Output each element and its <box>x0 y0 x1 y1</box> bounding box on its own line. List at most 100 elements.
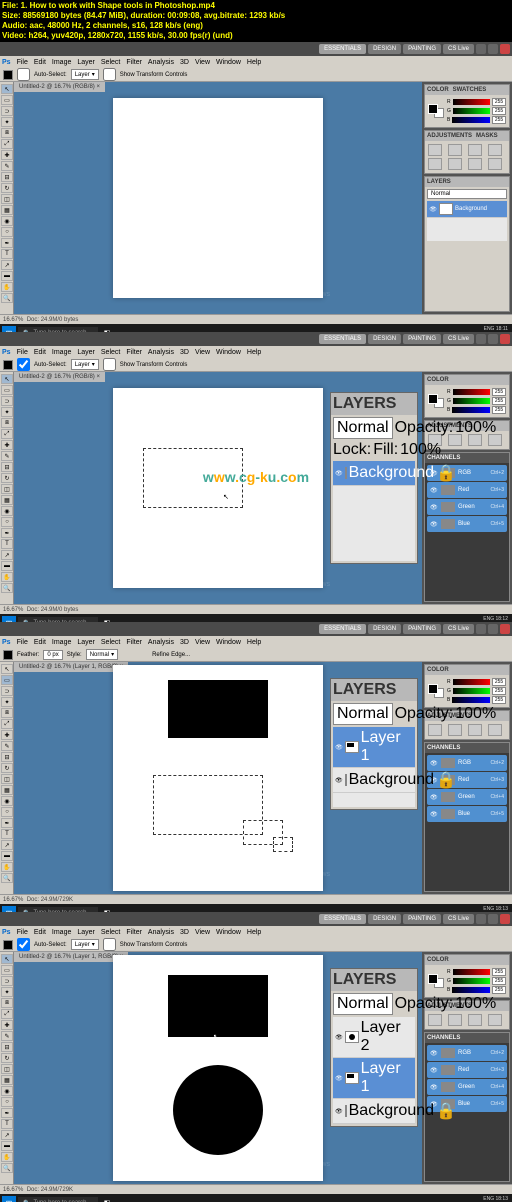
layer-name[interactable]: Background <box>349 771 434 789</box>
heal-tool-icon[interactable]: ✚ <box>1 730 13 740</box>
auto-select-dropdown[interactable]: Layer▾ <box>71 939 99 950</box>
canvas-area[interactable]: Untitled-2 @ 16.7% (RGB/8) × ↖ LAYERS No… <box>14 372 422 604</box>
menu-item[interactable]: View <box>195 929 210 936</box>
r-slider[interactable] <box>453 969 490 975</box>
visibility-icon[interactable]: 👁 <box>335 743 343 751</box>
adjustment-icon[interactable] <box>448 158 462 170</box>
menu-item[interactable]: Select <box>101 929 120 936</box>
foreground-background-swatch[interactable] <box>428 974 444 988</box>
minimize-icon[interactable] <box>476 914 486 924</box>
blend-mode-dropdown[interactable]: Normal <box>333 993 393 1015</box>
history-brush-icon[interactable]: ↻ <box>1 183 13 193</box>
menu-item[interactable]: Help <box>247 349 261 356</box>
adjustment-icon[interactable] <box>468 724 482 736</box>
document-canvas[interactable]: ↖ <box>113 388 323 588</box>
channel-row[interactable]: 👁GreenCtrl+4 <box>427 499 507 515</box>
type-tool-icon[interactable]: T <box>1 1119 13 1129</box>
layer-row[interactable]: 👁 Background 🔒 <box>333 1099 415 1124</box>
brush-tool-icon[interactable]: ✎ <box>1 161 13 171</box>
b-value[interactable]: 255 <box>492 696 506 704</box>
stamp-tool-icon[interactable]: ⊟ <box>1 462 13 472</box>
wand-tool-icon[interactable]: ✦ <box>1 987 13 997</box>
adjustment-icon[interactable] <box>428 144 442 156</box>
shape-tool-icon[interactable]: ▬ <box>1 1141 13 1151</box>
taskbar-app-icon[interactable]: ▬ <box>115 1196 129 1202</box>
hand-tool-icon[interactable]: ✋ <box>1 1152 13 1162</box>
lasso-tool-icon[interactable]: ⊃ <box>1 396 13 406</box>
marquee-tool-icon[interactable]: ▭ <box>1 95 13 105</box>
layer-name[interactable]: Layer 2 <box>361 1019 413 1055</box>
pen-tool-icon[interactable]: ✒ <box>1 238 13 248</box>
menu-item[interactable]: Layer <box>77 59 95 66</box>
heal-tool-icon[interactable]: ✚ <box>1 1020 13 1030</box>
path-tool-icon[interactable]: ↗ <box>1 550 13 560</box>
menu-item[interactable]: Filter <box>126 349 142 356</box>
start-button[interactable]: ⊞ <box>2 1196 16 1202</box>
b-slider[interactable] <box>452 407 490 413</box>
menu-item[interactable]: Edit <box>34 349 46 356</box>
dodge-tool-icon[interactable]: ○ <box>1 227 13 237</box>
zoom-tool-icon[interactable]: 🔍 <box>1 1163 13 1173</box>
layer-row[interactable]: 👁 Layer 2 <box>333 1017 415 1058</box>
stamp-tool-icon[interactable]: ⊟ <box>1 172 13 182</box>
layer-thumbnail[interactable] <box>345 1105 347 1117</box>
workspace-tab[interactable]: ESSENTIALS <box>319 914 366 924</box>
type-tool-icon[interactable]: T <box>1 829 13 839</box>
b-slider[interactable] <box>452 117 490 123</box>
blend-mode-dropdown[interactable]: Normal <box>333 417 393 439</box>
shape-tool-icon[interactable]: ▬ <box>1 851 13 861</box>
menu-item[interactable]: Edit <box>34 639 46 646</box>
pen-tool-icon[interactable]: ✒ <box>1 1108 13 1118</box>
adjustment-icon[interactable] <box>488 144 502 156</box>
menu-item[interactable]: Analysis <box>148 639 174 646</box>
cslive-button[interactable]: CS Live <box>443 624 474 634</box>
menu-item[interactable]: Analysis <box>148 349 174 356</box>
stamp-tool-icon[interactable]: ⊟ <box>1 1042 13 1052</box>
gradient-tool-icon[interactable]: ▦ <box>1 785 13 795</box>
fill-value[interactable]: 100% <box>400 441 441 459</box>
r-value[interactable]: 255 <box>492 678 506 686</box>
g-value[interactable]: 255 <box>492 107 506 115</box>
auto-select-checkbox[interactable] <box>17 358 30 371</box>
adjustment-icon[interactable] <box>428 1014 442 1026</box>
cslive-button[interactable]: CS Live <box>443 44 474 54</box>
menu-item[interactable]: Filter <box>126 929 142 936</box>
blend-mode-dropdown[interactable]: Normal <box>427 189 507 199</box>
type-tool-icon[interactable]: T <box>1 539 13 549</box>
tool-preset-icon[interactable]: ▭ <box>3 650 13 660</box>
adjustment-icon[interactable] <box>488 1014 502 1026</box>
menu-item[interactable]: Analysis <box>148 59 174 66</box>
workspace-tab[interactable]: ESSENTIALS <box>319 44 366 54</box>
hand-tool-icon[interactable]: ✋ <box>1 862 13 872</box>
floating-layers-panel[interactable]: LAYERS Normal Opacity:100% Lock: Fill:10… <box>330 392 418 564</box>
layer-name[interactable]: Background <box>349 1102 434 1120</box>
close-icon[interactable] <box>500 334 510 344</box>
blur-tool-icon[interactable]: ◉ <box>1 796 13 806</box>
crop-tool-icon[interactable]: ⧈ <box>1 998 13 1008</box>
menu-item[interactable]: 3D <box>180 349 189 356</box>
r-value[interactable]: 255 <box>492 98 506 106</box>
shape-tool-icon[interactable]: ▬ <box>1 561 13 571</box>
layer-name[interactable]: Layer 1 <box>361 1060 413 1096</box>
zoom-readout[interactable]: 16.67% <box>3 317 23 323</box>
panel-tab[interactable]: LAYERS <box>333 971 396 989</box>
opacity-value[interactable]: 100% <box>455 419 496 437</box>
taskbar-app-icon[interactable]: ▬ <box>205 1196 219 1202</box>
show-transform-checkbox[interactable] <box>103 68 116 81</box>
menu-item[interactable]: Image <box>52 59 71 66</box>
document-canvas[interactable]: ↖ <box>113 955 323 1181</box>
zoom-readout[interactable]: 16.67% <box>3 897 23 903</box>
zoom-tool-icon[interactable]: 🔍 <box>1 293 13 303</box>
menu-item[interactable]: Edit <box>34 59 46 66</box>
dodge-tool-icon[interactable]: ○ <box>1 517 13 527</box>
panel-tab[interactable]: MASKS <box>476 133 498 139</box>
minimize-icon[interactable] <box>476 44 486 54</box>
maximize-icon[interactable] <box>488 44 498 54</box>
b-value[interactable]: 255 <box>492 116 506 124</box>
opacity-value[interactable]: 100% <box>455 995 496 1013</box>
menu-item[interactable]: Window <box>216 639 241 646</box>
menu-item[interactable]: Analysis <box>148 929 174 936</box>
eyedropper-tool-icon[interactable]: ⤢ <box>1 719 13 729</box>
panel-tab[interactable]: CHANNELS <box>427 745 460 751</box>
r-slider[interactable] <box>453 389 490 395</box>
